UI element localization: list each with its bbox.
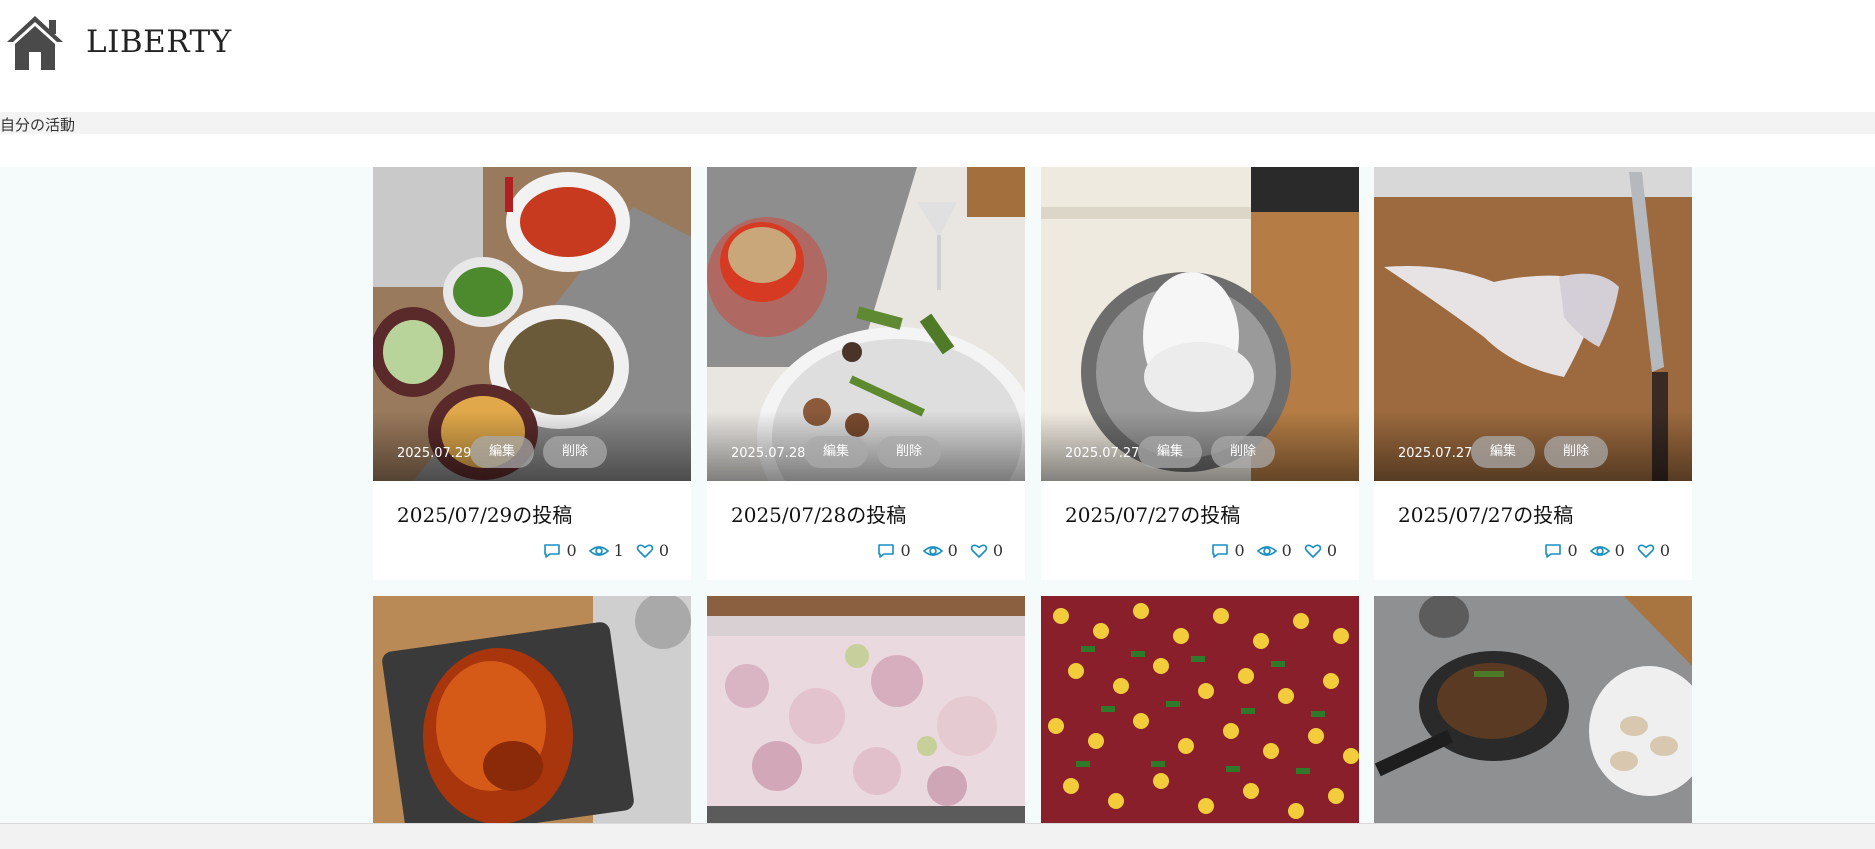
post-card-body: 2025/07/27の投稿 0 0 0 xyxy=(1041,481,1359,580)
delete-button[interactable]: 削除 xyxy=(543,436,607,468)
like-count-value: 0 xyxy=(992,541,1003,560)
home-icon[interactable] xyxy=(5,14,65,72)
edit-button[interactable]: 編集 xyxy=(1471,436,1535,468)
edit-button[interactable]: 編集 xyxy=(470,436,534,468)
post-photo[interactable] xyxy=(1374,596,1692,823)
comment-count: 0 xyxy=(1211,541,1245,560)
post-photo[interactable]: 2025.07.29 編集 削除 xyxy=(373,167,691,481)
post-date: 2025.07.28 xyxy=(731,446,806,461)
post-card[interactable]: 2025.07.27 編集 削除 2025/07/27の投稿 0 0 0 xyxy=(1374,167,1692,580)
eye-icon xyxy=(922,545,943,556)
post-stats: 0 0 0 xyxy=(1199,541,1337,560)
view-count-value: 0 xyxy=(1281,541,1292,560)
heart-icon[interactable] xyxy=(970,543,988,559)
comment-count-value: 0 xyxy=(900,541,911,560)
activity-label[interactable]: 自分の活動 xyxy=(0,114,75,135)
post-card[interactable] xyxy=(1374,596,1692,823)
site-title[interactable]: LIBERTY xyxy=(86,24,232,60)
heart-icon[interactable] xyxy=(636,543,654,559)
comment-icon xyxy=(878,543,895,558)
delete-button[interactable]: 削除 xyxy=(877,436,941,468)
view-count-value: 0 xyxy=(947,541,958,560)
post-card-body: 2025/07/28の投稿 0 0 0 xyxy=(707,481,1025,580)
post-grid-area: 2025.07.29 編集 削除 2025/07/29の投稿 0 1 0 202… xyxy=(0,167,1875,823)
view-count: 0 xyxy=(1589,541,1625,560)
comment-icon xyxy=(544,543,561,558)
post-date: 2025.07.27 xyxy=(1398,446,1473,461)
eye-icon xyxy=(1589,545,1610,556)
heart-icon[interactable] xyxy=(1637,543,1655,559)
eye-icon xyxy=(588,545,609,556)
heart-icon[interactable] xyxy=(1304,543,1322,559)
view-count: 0 xyxy=(1256,541,1292,560)
edit-button[interactable]: 編集 xyxy=(804,436,868,468)
post-stats: 0 0 0 xyxy=(865,541,1003,560)
delete-button[interactable]: 削除 xyxy=(1544,436,1608,468)
post-card[interactable]: 2025.07.27 編集 削除 2025/07/27の投稿 0 0 0 xyxy=(1041,167,1359,580)
view-count-value: 0 xyxy=(1614,541,1625,560)
like-count-value: 0 xyxy=(658,541,669,560)
post-card[interactable] xyxy=(373,596,691,823)
post-date: 2025.07.29 xyxy=(397,446,472,461)
edit-button[interactable]: 編集 xyxy=(1138,436,1202,468)
post-photo[interactable] xyxy=(373,596,691,823)
view-count-value: 1 xyxy=(613,541,624,560)
comment-count: 0 xyxy=(877,541,911,560)
view-count: 1 xyxy=(588,541,624,560)
post-title[interactable]: 2025/07/28の投稿 xyxy=(731,499,906,528)
like-count[interactable]: 0 xyxy=(970,541,1003,560)
post-card-body: 2025/07/29の投稿 0 1 0 xyxy=(373,481,691,580)
post-stats: 0 0 0 xyxy=(1532,541,1670,560)
post-photo[interactable]: 2025.07.27 編集 削除 xyxy=(1374,167,1692,481)
post-photo[interactable] xyxy=(707,596,1025,823)
like-count[interactable]: 0 xyxy=(1304,541,1337,560)
like-count-value: 0 xyxy=(1326,541,1337,560)
like-count-value: 0 xyxy=(1659,541,1670,560)
post-date: 2025.07.27 xyxy=(1065,446,1140,461)
comment-count-value: 0 xyxy=(1234,541,1245,560)
post-photo[interactable]: 2025.07.28 編集 削除 xyxy=(707,167,1025,481)
comment-count-value: 0 xyxy=(566,541,577,560)
post-title[interactable]: 2025/07/27の投稿 xyxy=(1065,499,1240,528)
post-title[interactable]: 2025/07/29の投稿 xyxy=(397,499,572,528)
post-card[interactable]: 2025.07.29 編集 削除 2025/07/29の投稿 0 1 0 xyxy=(373,167,691,580)
post-card-body: 2025/07/27の投稿 0 0 0 xyxy=(1374,481,1692,580)
comment-count: 0 xyxy=(543,541,577,560)
comment-icon xyxy=(1212,543,1229,558)
site-header: LIBERTY xyxy=(0,0,1875,112)
eye-icon xyxy=(1256,545,1277,556)
comment-count-value: 0 xyxy=(1567,541,1578,560)
post-photo[interactable] xyxy=(1041,596,1359,823)
post-card[interactable] xyxy=(1041,596,1359,823)
like-count[interactable]: 0 xyxy=(1637,541,1670,560)
activity-bar: 自分の活動 xyxy=(0,112,1875,134)
browser-bottom-bar xyxy=(0,823,1875,849)
comment-count: 0 xyxy=(1544,541,1578,560)
post-title[interactable]: 2025/07/27の投稿 xyxy=(1398,499,1573,528)
comment-icon xyxy=(1545,543,1562,558)
post-photo[interactable]: 2025.07.27 編集 削除 xyxy=(1041,167,1359,481)
delete-button[interactable]: 削除 xyxy=(1211,436,1275,468)
like-count[interactable]: 0 xyxy=(636,541,669,560)
view-count: 0 xyxy=(922,541,958,560)
post-card[interactable]: 2025.07.28 編集 削除 2025/07/28の投稿 0 0 0 xyxy=(707,167,1025,580)
post-stats: 0 1 0 xyxy=(531,541,669,560)
post-card[interactable] xyxy=(707,596,1025,823)
